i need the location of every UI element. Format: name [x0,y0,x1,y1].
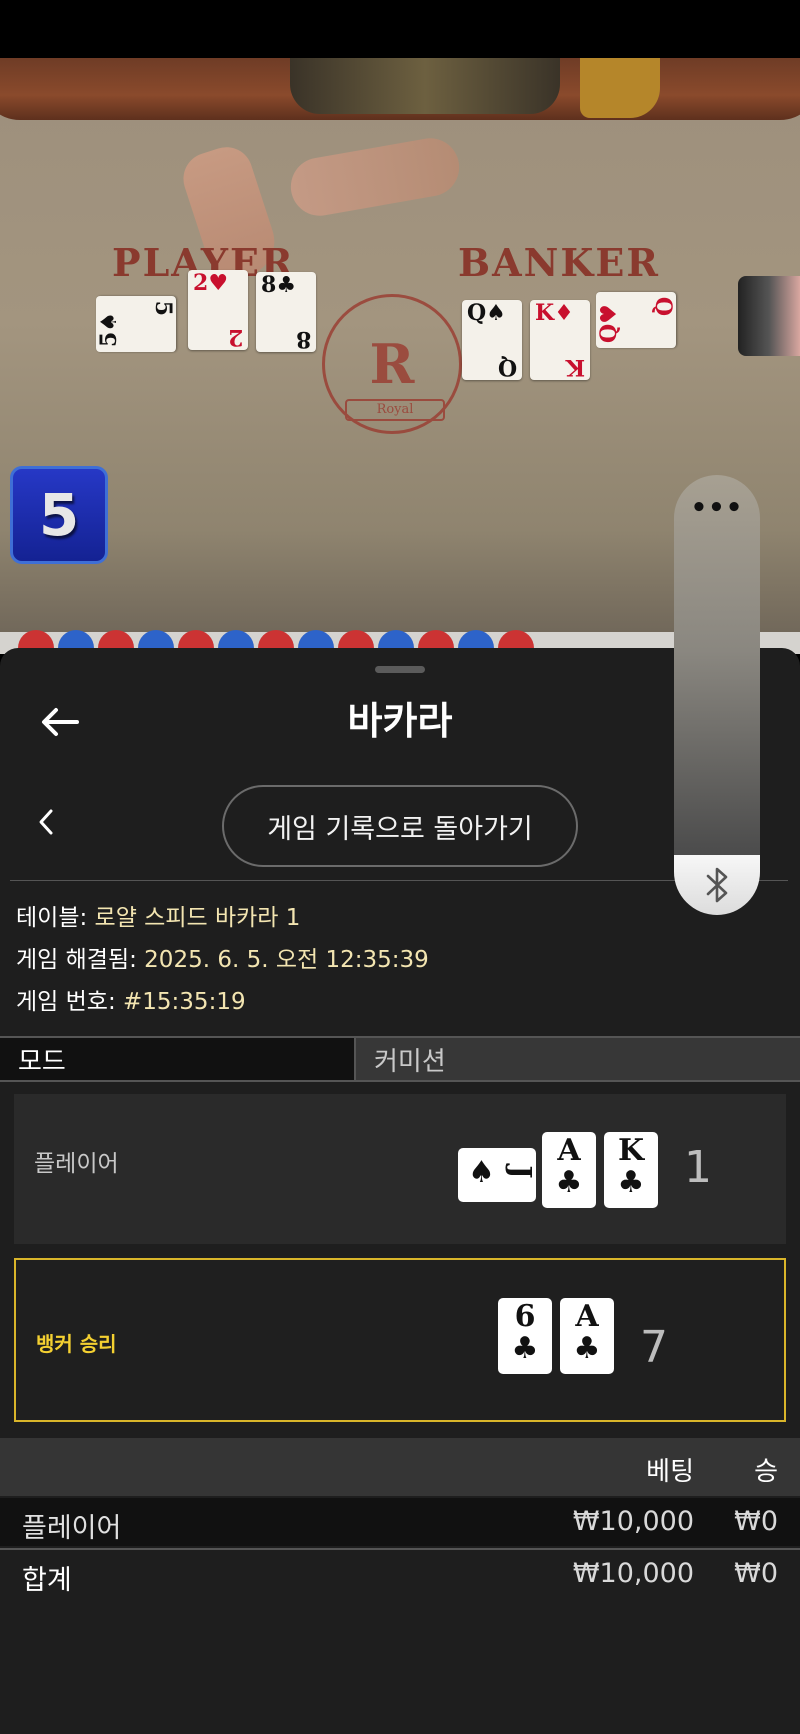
card-shoe [738,276,800,356]
game-number-label: 게임 번호: [16,989,124,1015]
dealer-scarf [580,58,660,118]
dealer-torso [290,58,560,114]
banker-result-panel: 뱅커 승리 6 ♣ A ♣ 7 [14,1258,786,1422]
felt-banker-card-2: K♦ K [530,300,590,380]
total-bet: ₩10,000 [572,1558,694,1589]
divider [10,880,788,881]
resolved-label: 게임 해결됨: [16,947,145,973]
banker-score: 7 [640,1322,668,1373]
royal-emblem: R Royal [322,294,462,434]
bet-row-win: ₩0 [734,1506,778,1537]
felt-player-card-2: 2♥ 2 [188,270,248,350]
table-label: 테이블: [16,905,95,931]
player-result-panel: 플레이어 J ♠ A ♣ K ♣ 1 [14,1094,786,1244]
header-bet: 베팅 [646,1457,694,1487]
resolved-info: 게임 해결됨: 2025. 6. 5. 오전 12:35:39 [16,940,429,974]
bluetooth-icon [706,867,728,903]
total-win: ₩0 [734,1558,778,1589]
floating-side-control[interactable]: ••• [674,475,760,915]
back-to-history-button[interactable]: 게임 기록으로 돌아가기 [222,785,578,867]
mode-label: 모드 [0,1038,356,1080]
table-value: 로얄 스피드 바카라 1 [94,905,301,931]
player-score: 1 [684,1142,712,1193]
commission-value: 커미션 [356,1038,800,1080]
player-card-3: K ♣ [604,1132,658,1208]
dealer-hand-right [286,133,464,221]
banker-card-2: A ♣ [560,1298,614,1374]
player-result-label: 플레이어 [34,1151,119,1177]
felt-banker-label: BANKER [458,240,660,285]
more-dots-icon[interactable]: ••• [674,495,760,535]
player-card-2: A ♣ [542,1132,596,1208]
sheet-grabber[interactable] [375,666,425,673]
banker-result-label: 뱅커 승리 [36,1332,117,1356]
total-label: 합계 [22,1565,72,1596]
bets-table-header: 베팅 승 [0,1438,800,1496]
felt-player-card-1: 5♠ 5 [96,296,176,352]
felt-banker-card-1: Q♠ Q [462,300,522,380]
game-number-value: #15:35:19 [123,989,246,1015]
previous-button[interactable] [28,804,64,840]
chevron-left-icon [39,809,53,835]
table-info: 테이블: 로얄 스피드 바카라 1 [16,898,300,932]
header-win: 승 [754,1457,778,1487]
bet-row-label: 플레이어 [22,1513,122,1544]
table-row-total: 합계 ₩10,000 ₩0 [0,1548,800,1596]
bet-row-amount: ₩10,000 [572,1506,694,1537]
felt-player-card-3: 8♣ 8 [256,272,316,352]
round-number-badge: 5 [10,466,108,564]
mode-row: 모드 커미션 [0,1036,800,1082]
table-row: 플레이어 ₩10,000 ₩0 [0,1498,800,1546]
player-card-1: J ♠ [458,1148,537,1202]
felt-banker-card-3: Q♥ Q [596,292,676,348]
resolved-value: 2025. 6. 5. 오전 12:35:39 [144,947,429,973]
game-number-info: 게임 번호: #15:35:19 [16,982,246,1016]
banker-card-1: 6 ♣ [498,1298,552,1374]
